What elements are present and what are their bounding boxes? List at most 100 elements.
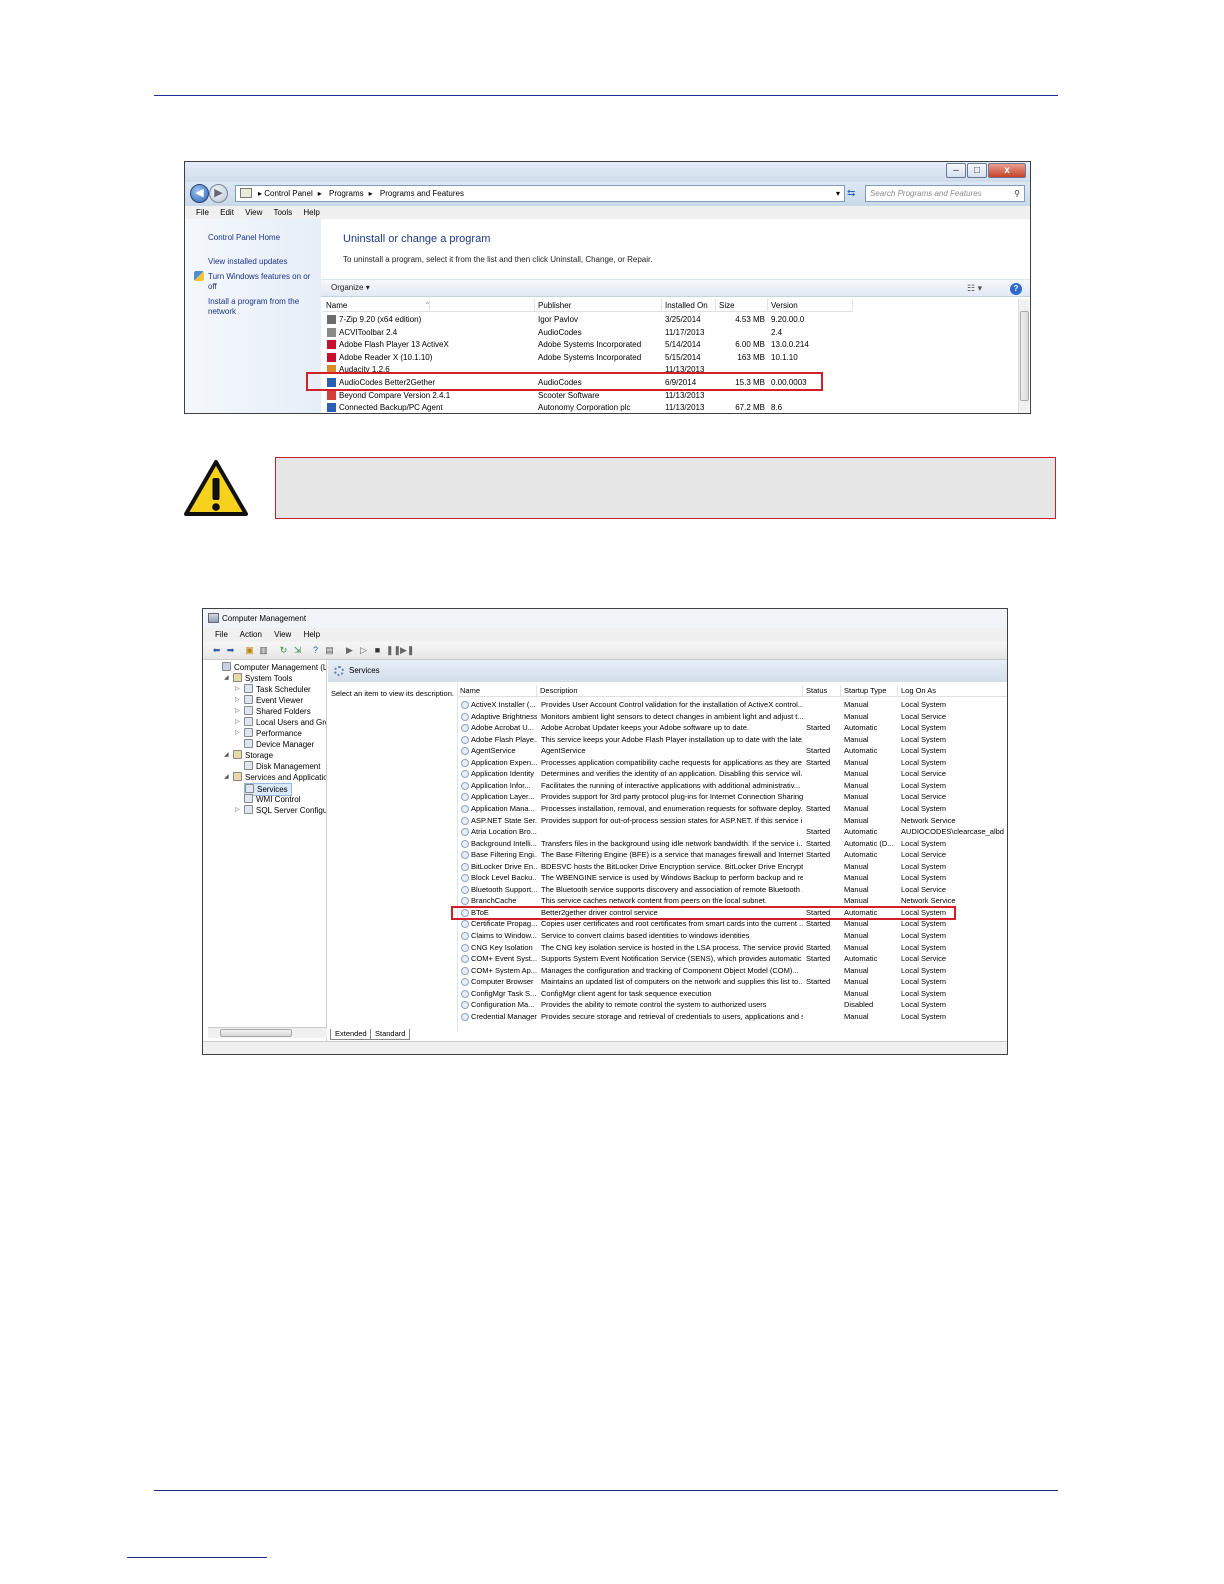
menu-file[interactable]: File — [196, 208, 209, 217]
service-row[interactable]: Application Expen... Processes applicatio… — [457, 757, 1007, 769]
col-description[interactable]: Description — [537, 685, 803, 697]
col-log-on-as[interactable]: Log On As — [898, 685, 1007, 697]
tree-node[interactable]: ▷ Shared Folders — [235, 706, 311, 717]
tab-extended[interactable]: Extended — [330, 1029, 372, 1040]
back-arrow-icon[interactable]: ⬅ — [211, 645, 222, 656]
col-publisher[interactable]: Publisher — [535, 299, 662, 312]
show-hide-tree-icon[interactable]: ▥ — [258, 645, 269, 656]
service-row[interactable]: BitLocker Drive En... BDESVC hosts the Bi… — [457, 861, 1007, 873]
export-list-icon[interactable]: ⇲ — [292, 645, 303, 656]
menu-help[interactable]: Help — [304, 630, 320, 639]
service-row[interactable]: Application Mana... Processes installatio… — [457, 803, 1007, 815]
expand-icon[interactable]: ▷ — [235, 717, 240, 728]
col-status[interactable]: Status — [803, 685, 841, 697]
expand-icon[interactable]: ▷ — [235, 728, 240, 739]
service-row[interactable]: Application Layer... Provides support for… — [457, 791, 1007, 803]
vertical-scrollbar[interactable] — [1018, 299, 1029, 413]
forward-arrow-icon[interactable]: ▶ — [209, 184, 228, 203]
service-row[interactable]: ActiveX Installer (... Provides User Acco… — [457, 699, 1007, 711]
chevron-down-icon[interactable]: ▾ — [836, 186, 840, 201]
task-windows-features[interactable]: Turn Windows features on or off — [208, 272, 318, 292]
tree-node[interactable]: ▷ Task Scheduler — [235, 684, 311, 695]
view-options-icon[interactable]: ☷ ▾ — [967, 283, 982, 294]
breadcrumb-programs[interactable]: Programs — [329, 189, 364, 198]
tree-node[interactable]: ▷ Performance — [235, 728, 302, 739]
tree-node[interactable]: Disk Management — [244, 761, 320, 772]
tree-node[interactable]: ◢ System Tools — [224, 673, 292, 684]
forward-arrow-icon[interactable]: ➡ — [225, 645, 236, 656]
service-row[interactable]: AgentService AgentService Started Automatic… — [457, 745, 1007, 757]
collapse-icon[interactable]: ◢ — [224, 750, 229, 761]
service-row[interactable]: Bluetooth Support... The Bluetooth servic… — [457, 884, 1007, 896]
menu-view[interactable]: View — [245, 208, 262, 217]
service-row[interactable]: Adaptive Brightness Monitors ambient ligh… — [457, 711, 1007, 723]
tree-node[interactable]: ▷ Local Users and Groups — [235, 717, 326, 728]
restart-service-icon[interactable]: ▶❚ — [400, 645, 414, 656]
service-row[interactable]: Adobe Acrobat U... Adobe Acrobat Updater … — [457, 722, 1007, 734]
back-arrow-icon[interactable]: ◀ — [190, 184, 209, 203]
menu-action[interactable]: Action — [240, 630, 262, 639]
service-row[interactable]: COM+ Event Syst... Supports System Event … — [457, 953, 1007, 965]
service-row[interactable]: Application Infor... Facilitates the runn… — [457, 780, 1007, 792]
refresh-icon[interactable]: ⇆ — [847, 185, 861, 202]
scrollbar-thumb[interactable] — [1020, 311, 1029, 401]
tree-node[interactable]: ▷ Event Viewer — [235, 695, 303, 706]
start-service-alt-icon[interactable]: ▷ — [358, 645, 369, 656]
tab-standard[interactable]: Standard — [370, 1029, 411, 1040]
tree-node[interactable]: ▷ SQL Server Configuratic — [235, 805, 326, 816]
service-row[interactable]: Application Identity Determines and verif… — [457, 768, 1007, 780]
service-row[interactable]: ConfigMgr Task S... ConfigMgr client agen… — [457, 988, 1007, 1000]
service-row[interactable]: Configuration Ma... Provides the ability … — [457, 999, 1007, 1011]
search-input[interactable]: Search Programs and Features ⚲ — [865, 185, 1025, 202]
expand-icon[interactable]: ▷ — [235, 684, 240, 695]
help-icon[interactable]: ? — [310, 645, 321, 656]
refresh-icon[interactable]: ↻ — [278, 645, 289, 656]
expand-icon[interactable]: ▷ — [235, 706, 240, 717]
service-row[interactable]: Computer Browser Maintains an updated lis… — [457, 976, 1007, 988]
service-row[interactable]: Block Level Backu... The WBENGINE service… — [457, 872, 1007, 884]
service-row[interactable]: Claims to Window... Service to convert cl… — [457, 930, 1007, 942]
program-row[interactable]: Connected Backup/PC Agent Autonomy Corpor… — [323, 401, 853, 413]
service-row[interactable]: Background Intelli... Transfers files in … — [457, 838, 1007, 850]
expand-icon[interactable]: ▷ — [235, 805, 240, 816]
tree-horizontal-scrollbar[interactable] — [208, 1027, 327, 1038]
collapse-icon[interactable]: ◢ — [224, 673, 229, 684]
col-startup-type[interactable]: Startup Type — [841, 685, 898, 697]
service-row[interactable]: Credential Manager Provides secure storag… — [457, 1011, 1007, 1023]
col-size[interactable]: Size — [716, 299, 768, 312]
program-row[interactable]: Adobe Flash Player 13 ActiveX Adobe Syste… — [323, 338, 853, 351]
menu-view[interactable]: View — [274, 630, 291, 639]
program-row[interactable]: ACVIToolbar 2.4 AudioCodes 11/17/2013 2.4 — [323, 326, 853, 339]
tree-node[interactable]: Device Manager — [244, 739, 314, 750]
start-service-icon[interactable]: ▶ — [344, 645, 355, 656]
maximize-button[interactable]: □ — [967, 163, 987, 178]
task-control-panel-home[interactable]: Control Panel Home — [208, 233, 280, 243]
search-icon[interactable]: ⚲ — [1014, 186, 1020, 201]
breadcrumb-programs-and-features[interactable]: Programs and Features — [380, 189, 464, 198]
menu-help[interactable]: Help — [303, 208, 319, 217]
menu-file[interactable]: File — [215, 630, 228, 639]
service-row[interactable]: Adobe Flash Playe... This service keeps y… — [457, 734, 1007, 746]
menu-tools[interactable]: Tools — [273, 208, 292, 217]
service-row[interactable]: Base Filtering Engi... The Base Filtering… — [457, 849, 1007, 861]
minimize-button[interactable]: – — [946, 163, 966, 178]
tree-node[interactable]: ◢ Storage — [224, 750, 273, 761]
col-version[interactable]: Version — [768, 299, 853, 312]
service-row[interactable]: COM+ System Ap... Manages the configurati… — [457, 965, 1007, 977]
stop-service-icon[interactable]: ■ — [372, 645, 383, 656]
properties-icon[interactable]: ▤ — [324, 645, 335, 656]
folder-up-icon[interactable]: ▣ — [244, 645, 255, 656]
task-install-from-network[interactable]: Install a program from the network — [208, 297, 312, 317]
service-row[interactable]: Atria Location Bro... Started Automatic AUD… — [457, 826, 1007, 838]
col-installed-on[interactable]: Installed On — [662, 299, 716, 312]
pause-service-icon[interactable]: ❚❚ — [386, 645, 401, 656]
breadcrumb-control-panel[interactable]: Control Panel — [264, 189, 312, 198]
expand-icon[interactable]: ▷ — [235, 695, 240, 706]
program-row[interactable]: Adobe Reader X (10.1.10) Adobe Systems In… — [323, 351, 853, 364]
program-row[interactable]: 7-Zip 9.20 (x64 edition) Igor Pavlov 3/25/… — [323, 313, 853, 326]
address-bar[interactable]: ▸ Control Panel ▸ Programs ▸ Programs and … — [235, 185, 845, 202]
service-row[interactable]: ASP.NET State Ser... Provides support for… — [457, 815, 1007, 827]
tree-node[interactable]: ◢ Services and Applications — [224, 772, 326, 783]
organize-button[interactable]: Organize ▾ — [331, 283, 370, 292]
scrollbar-thumb[interactable] — [220, 1029, 292, 1037]
